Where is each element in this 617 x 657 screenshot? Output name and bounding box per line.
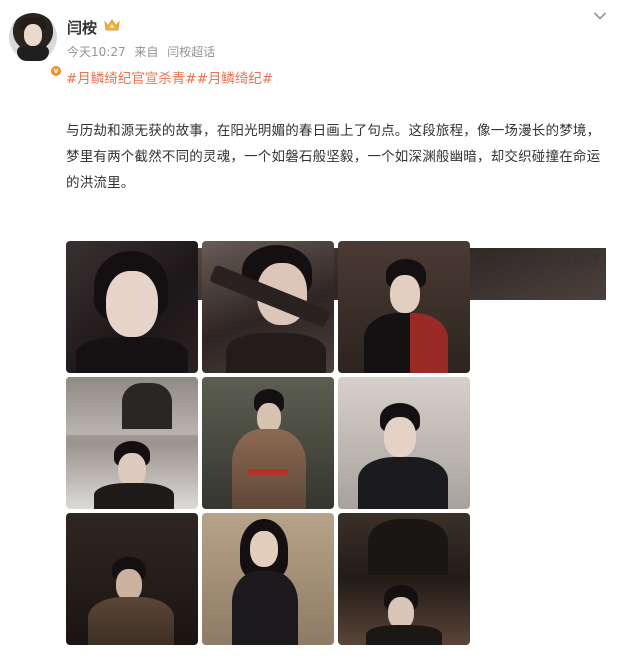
photo-2[interactable] <box>202 241 334 373</box>
crown-icon[interactable] <box>103 18 121 32</box>
hashtag-links[interactable]: #月鳞绮纪官宣杀青##月鳞绮纪# <box>66 67 273 87</box>
figure-robe <box>364 313 448 373</box>
chevron-down-icon[interactable] <box>593 11 607 21</box>
figure-face <box>250 531 278 567</box>
figure-robe <box>88 597 174 645</box>
avatar-face <box>24 24 42 46</box>
photo-4[interactable] <box>66 377 198 509</box>
username[interactable]: 闫桉 <box>67 17 97 38</box>
post-paragraph-1: 与历劫和源无获的故事，在阳光明媚的春日画上了句点。这段旅程，像一场漫长的梦境，梦… <box>66 123 601 191</box>
figure-face <box>384 417 416 457</box>
photo-8[interactable] <box>202 513 334 645</box>
figure-face <box>106 271 158 337</box>
photo-3[interactable] <box>338 241 470 373</box>
photo-5[interactable] <box>202 377 334 509</box>
post-meta: 今天10:27 来自 闫桉超话 <box>67 43 220 60</box>
photo-9[interactable] <box>338 513 470 645</box>
timestamp[interactable]: 今天10:27 <box>67 45 126 59</box>
source-link[interactable]: 闫桉超话 <box>167 45 215 59</box>
figure-face <box>390 275 420 313</box>
photo-1[interactable] <box>66 241 198 373</box>
figure-robe <box>358 457 448 509</box>
figure-robe <box>122 383 172 429</box>
avatar-body <box>17 46 49 61</box>
figure-robe <box>232 571 298 645</box>
weibo-post-card: v 闫桉 今天10:27 来自 闫桉超话 #月鳞绮纪官宣杀青##月鳞绮纪# 与历… <box>0 0 617 657</box>
photo-grid <box>66 241 471 646</box>
source-prefix: 来自 <box>134 45 159 59</box>
figure-robe <box>94 483 174 509</box>
red-sash <box>248 469 288 475</box>
figure-robe <box>366 625 442 645</box>
figure-robe <box>226 333 326 373</box>
figure-robe-upper <box>368 519 448 575</box>
verified-badge: v <box>49 64 63 78</box>
figure-face <box>118 453 146 487</box>
photo-6[interactable] <box>338 377 470 509</box>
avatar[interactable]: v <box>9 13 63 78</box>
figure-robe <box>76 337 188 373</box>
photo-7[interactable] <box>66 513 198 645</box>
